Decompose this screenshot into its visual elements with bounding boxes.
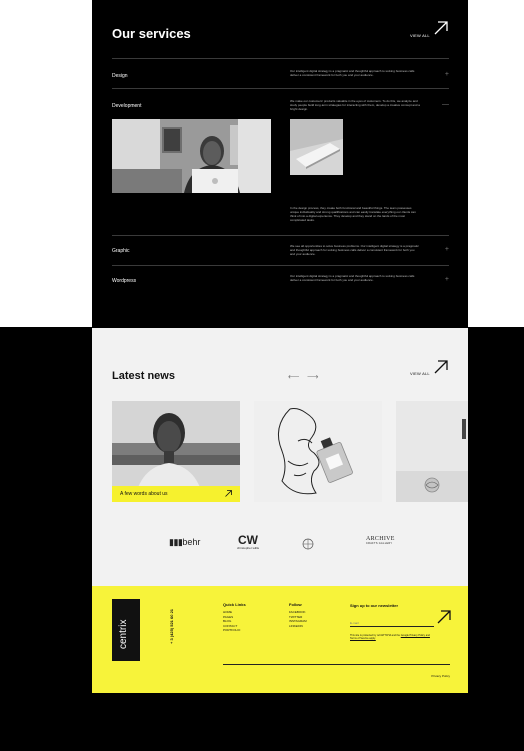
service-name: Development <box>112 103 142 109</box>
service-name: Graphic <box>112 248 130 254</box>
services-section: Our services VIEW ALL Design Our intelli… <box>92 0 468 328</box>
news-card-caption-text: A few words about us <box>120 491 168 497</box>
service-description: We see all opportunities to solve busine… <box>290 244 419 256</box>
development-photo-man-laptop <box>112 119 271 193</box>
news-section: Latest news ⟵ ⟶ VIEW ALL A few words abo… <box>92 328 468 586</box>
news-view-all-arrow-icon[interactable] <box>434 360 448 374</box>
service-row-design[interactable]: Design Our intelligent digital strategy … <box>112 58 449 88</box>
brand-logo[interactable]: centrix <box>112 599 140 661</box>
newsletter-submit-arrow-icon[interactable] <box>437 610 451 624</box>
line-art-perfume-photo <box>254 401 382 502</box>
news-card-perfume[interactable] <box>254 401 382 502</box>
footer-link-linkedin[interactable]: LINKEDIN <box>289 624 307 629</box>
services-view-all-arrow-icon[interactable] <box>434 21 448 35</box>
footer-divider <box>223 664 450 665</box>
newsletter-email-field[interactable] <box>350 619 434 627</box>
footer-link-facebook[interactable]: FACEBOOK <box>289 610 307 615</box>
follow-heading: Follow <box>289 602 302 607</box>
compass-logo-icon <box>302 538 314 550</box>
footer: centrix + 3 (425) 521 60 21 Quick Links … <box>92 586 468 693</box>
service-name: Wordpress <box>112 278 137 284</box>
expand-plus-icon[interactable]: + <box>445 246 449 253</box>
news-view-all-link[interactable]: VIEW ALL <box>410 371 430 376</box>
development-photo-laptop-closeup <box>290 119 343 175</box>
service-detail-text: In the design process, they create both … <box>290 206 416 222</box>
newsletter-heading: Sign up to our newsletter <box>350 603 399 608</box>
quick-links-column: Quick Links HOME PAGES BLOG CONTACT PORT… <box>223 602 246 633</box>
brand-logo-text: centrix <box>118 619 129 649</box>
services-title: Our services <box>112 26 191 41</box>
services-view-all-link[interactable]: VIEW ALL <box>410 33 430 38</box>
news-prev-arrow-icon[interactable]: ⟵ <box>288 372 299 381</box>
object-photo <box>396 401 468 502</box>
privacy-policy-link[interactable]: Privacy Policy <box>431 674 450 678</box>
news-next-arrow-icon[interactable]: ⟶ <box>307 372 318 381</box>
expand-plus-icon[interactable]: + <box>445 71 449 78</box>
service-description: We make our customers' products valuable… <box>290 99 420 111</box>
follow-column: Follow FACEBOOK TWITTER INSTAGRAM LINKED… <box>289 602 307 628</box>
recaptcha-consent-text: This site is protected by reCAPTCHA and … <box>350 634 430 641</box>
news-card-object[interactable] <box>396 401 468 502</box>
expand-plus-icon[interactable]: + <box>445 276 449 283</box>
collapse-minus-icon[interactable]: — <box>442 101 449 108</box>
service-description: Our intelligent digital strategy is a pr… <box>290 69 415 77</box>
news-card-portrait[interactable]: A few words about us <box>112 401 240 502</box>
logo-behr: ▮▮▮behr <box>169 537 201 547</box>
logo-compass <box>302 537 314 555</box>
service-row-wordpress[interactable]: Wordpress Our intelligent digital strate… <box>112 265 449 295</box>
news-card-caption[interactable]: A few words about us <box>112 486 240 502</box>
footer-link-portfolio[interactable]: PORTFOLIO <box>223 628 246 633</box>
logo-archive: ARCHIVE CRAFTS GALLERY <box>366 536 395 545</box>
service-name: Design <box>112 73 128 79</box>
card-arrow-icon <box>225 490 232 497</box>
service-description: Our intelligent digital strategy is a pr… <box>290 274 415 282</box>
quick-links-heading: Quick Links <box>223 602 246 607</box>
service-row-graphic[interactable]: Graphic We see all opportunities to solv… <box>112 235 449 265</box>
phone-number[interactable]: + 3 (425) 521 60 21 <box>169 609 174 644</box>
logo-christopher-willis: CW christopher willis <box>236 533 259 550</box>
news-title: Latest news <box>112 370 175 382</box>
